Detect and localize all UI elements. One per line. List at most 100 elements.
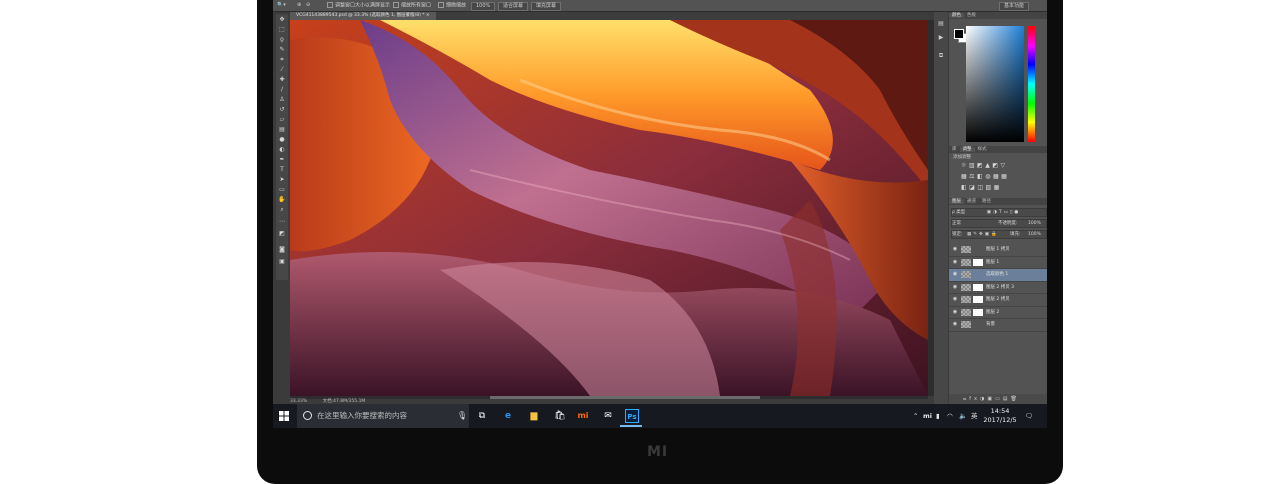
- visibility-eye-icon[interactable]: ◉: [952, 257, 958, 269]
- visibility-eye-icon[interactable]: ◉: [952, 269, 958, 281]
- tab-paths[interactable]: 路径: [979, 199, 994, 204]
- visibility-eye-icon[interactable]: ◉: [952, 319, 958, 331]
- color-field[interactable]: [966, 26, 1024, 142]
- fill-input[interactable]: 100%: [1028, 231, 1041, 238]
- more-tools-icon[interactable]: ⋯: [278, 218, 286, 226]
- fill-screen-button[interactable]: 填充屏幕: [531, 2, 562, 11]
- layer-row[interactable]: ◉ 图层 2 拷贝 3: [949, 282, 1047, 294]
- opacity-input[interactable]: 100%: [1028, 220, 1041, 227]
- cortana-icon[interactable]: [303, 411, 312, 420]
- eyedropper-tool-icon[interactable]: ⁄: [278, 66, 286, 74]
- layer-row[interactable]: ◉ 背景: [949, 319, 1047, 332]
- layer-mask-thumbnail[interactable]: [973, 308, 983, 316]
- edge-browser-icon[interactable]: e: [501, 409, 515, 423]
- zoom-tool-icon[interactable]: ⌕: [278, 206, 286, 214]
- brush-tool-icon[interactable]: ∕: [278, 86, 286, 94]
- eraser-tool-icon[interactable]: ▱: [278, 116, 286, 124]
- tab-swatches[interactable]: 色板: [964, 13, 979, 18]
- resize-windows-checkbox[interactable]: 调整窗口大小以满屏显示: [327, 2, 390, 9]
- marquee-tool-icon[interactable]: ⬚: [278, 26, 286, 34]
- layer-row[interactable]: ◉ 图层 1 拷贝: [949, 244, 1047, 257]
- zoom-in-icon[interactable]: ⊕: [297, 2, 301, 9]
- zoom-icon[interactable]: 🔍▾: [277, 2, 286, 9]
- actions-panel-icon[interactable]: ▶: [937, 34, 945, 42]
- quick-mask-icon[interactable]: ◙: [278, 246, 286, 254]
- store-icon[interactable]: 🛍: [553, 409, 567, 423]
- hue-slider[interactable]: [1028, 26, 1035, 142]
- tab-styles[interactable]: 样式: [975, 147, 990, 152]
- healing-tool-icon[interactable]: ✚: [278, 76, 286, 84]
- network-icon[interactable]: ▮: [936, 404, 940, 428]
- taskbar-search-box[interactable]: 在这里输入你要搜索的内容 🎙: [297, 404, 469, 428]
- zoom-100-button[interactable]: 100%: [471, 2, 496, 11]
- layer-row[interactable]: ◉ 图层 2: [949, 307, 1047, 319]
- visibility-eye-icon[interactable]: ◉: [952, 307, 958, 319]
- visibility-eye-icon[interactable]: ◉: [952, 282, 958, 294]
- layers-panel-tabs: 图层 通道 路径: [949, 198, 1047, 205]
- crop-tool-icon[interactable]: ⌗: [278, 56, 286, 64]
- layer-mask-thumbnail[interactable]: [973, 283, 983, 291]
- visibility-eye-icon[interactable]: ◉: [952, 294, 958, 306]
- history-panel-icon[interactable]: ▤: [937, 20, 945, 28]
- properties-panel-icon[interactable]: ⧉: [937, 52, 945, 60]
- lock-icons[interactable]: ▦✎✥▣🔒: [967, 232, 999, 237]
- shape-tool-icon[interactable]: ▭: [278, 186, 286, 194]
- filter-icons[interactable]: ▣◑T▭▯●: [987, 210, 1021, 215]
- lasso-tool-icon[interactable]: ϙ: [278, 36, 286, 44]
- task-view-icon[interactable]: ⧉: [475, 409, 489, 423]
- hand-tool-icon[interactable]: ✋: [278, 196, 286, 204]
- type-tool-icon[interactable]: T: [278, 166, 286, 174]
- document-tab[interactable]: VCG41143889543.psd @ 33.3% (选取颜色 1, 图层蒙版…: [290, 12, 436, 20]
- file-explorer-icon[interactable]: ▆: [527, 409, 541, 423]
- adjustment-icons-row-3[interactable]: ◧◪◫▨▦: [961, 184, 1002, 191]
- ime-indicator[interactable]: 英: [971, 404, 978, 428]
- history-brush-icon[interactable]: ↺: [278, 106, 286, 114]
- mail-icon[interactable]: ✉: [601, 409, 615, 423]
- layer-thumbnail: [961, 271, 971, 278]
- photoshop-taskbar-icon[interactable]: Ps: [625, 409, 639, 423]
- document-canvas[interactable]: [290, 20, 928, 396]
- path-select-tool-icon[interactable]: ➤: [278, 176, 286, 184]
- layer-footer-icons[interactable]: ⴰfx◑▣▭▤🗑: [963, 396, 1020, 402]
- pen-tool-icon[interactable]: ✒: [278, 156, 286, 164]
- layer-row[interactable]: ◉ 选取颜色 1: [949, 269, 1047, 282]
- wifi-icon[interactable]: ◠: [947, 404, 953, 428]
- tray-mi-icon[interactable]: mi: [923, 404, 932, 428]
- microphone-icon[interactable]: 🎙: [457, 404, 467, 428]
- blend-mode-select[interactable]: 正常: [952, 221, 961, 226]
- layer-mask-thumbnail[interactable]: [973, 258, 983, 266]
- layer-row[interactable]: ◉ 图层 2 拷贝: [949, 294, 1047, 307]
- adjustment-icons-row-2[interactable]: ▦⚖◧◍▦▦: [961, 173, 1009, 180]
- scrubby-zoom-label: 细微缩放: [446, 2, 467, 9]
- zoom-all-checkbox[interactable]: 缩放所有窗口: [393, 2, 431, 9]
- quick-select-tool-icon[interactable]: ✎: [278, 46, 286, 54]
- mi-app-icon[interactable]: mi: [576, 409, 590, 423]
- layer-mask-thumbnail[interactable]: [973, 296, 983, 303]
- volume-icon[interactable]: 🔈: [959, 404, 967, 428]
- move-tool-icon[interactable]: ✥: [278, 16, 286, 24]
- scrubby-zoom-checkbox[interactable]: 细微缩放: [438, 2, 466, 9]
- adjustment-icons-row-1[interactable]: ☼▥◩▲◩▽: [961, 162, 1008, 169]
- visibility-eye-icon[interactable]: ◉: [952, 244, 958, 256]
- tab-channels[interactable]: 通道: [964, 199, 979, 204]
- tab-adjustments[interactable]: 调整: [959, 147, 975, 152]
- tab-layers[interactable]: 图层: [949, 199, 964, 204]
- tab-color[interactable]: 颜色: [949, 13, 964, 18]
- foreground-color-swatch[interactable]: [954, 29, 964, 39]
- blur-tool-icon[interactable]: ●: [278, 136, 286, 144]
- taskbar-clock[interactable]: 14:54 2017/12/5: [978, 407, 1022, 424]
- dodge-tool-icon[interactable]: ◐: [278, 146, 286, 154]
- screen-mode-icon[interactable]: ▣: [278, 258, 286, 266]
- foreground-background-color-icon[interactable]: ◩: [278, 230, 286, 238]
- workspace-switcher[interactable]: 基本功能: [999, 2, 1030, 11]
- stamp-tool-icon[interactable]: ♙: [278, 96, 286, 104]
- gradient-tool-icon[interactable]: ▤: [278, 126, 286, 134]
- tab-libraries[interactable]: 库: [949, 147, 960, 152]
- fit-screen-button[interactable]: 适合屏幕: [498, 2, 529, 11]
- layer-filter-bar[interactable]: ρ 类型 ▣◑T▭▯●: [951, 208, 1047, 217]
- tray-chevron-icon[interactable]: ⌃: [913, 404, 918, 428]
- layer-row[interactable]: ◉ 图层 1: [949, 257, 1047, 269]
- windows-start-icon[interactable]: [279, 411, 289, 421]
- action-center-icon[interactable]: 🗨: [1025, 404, 1033, 428]
- zoom-out-icon[interactable]: ⊖: [306, 2, 310, 9]
